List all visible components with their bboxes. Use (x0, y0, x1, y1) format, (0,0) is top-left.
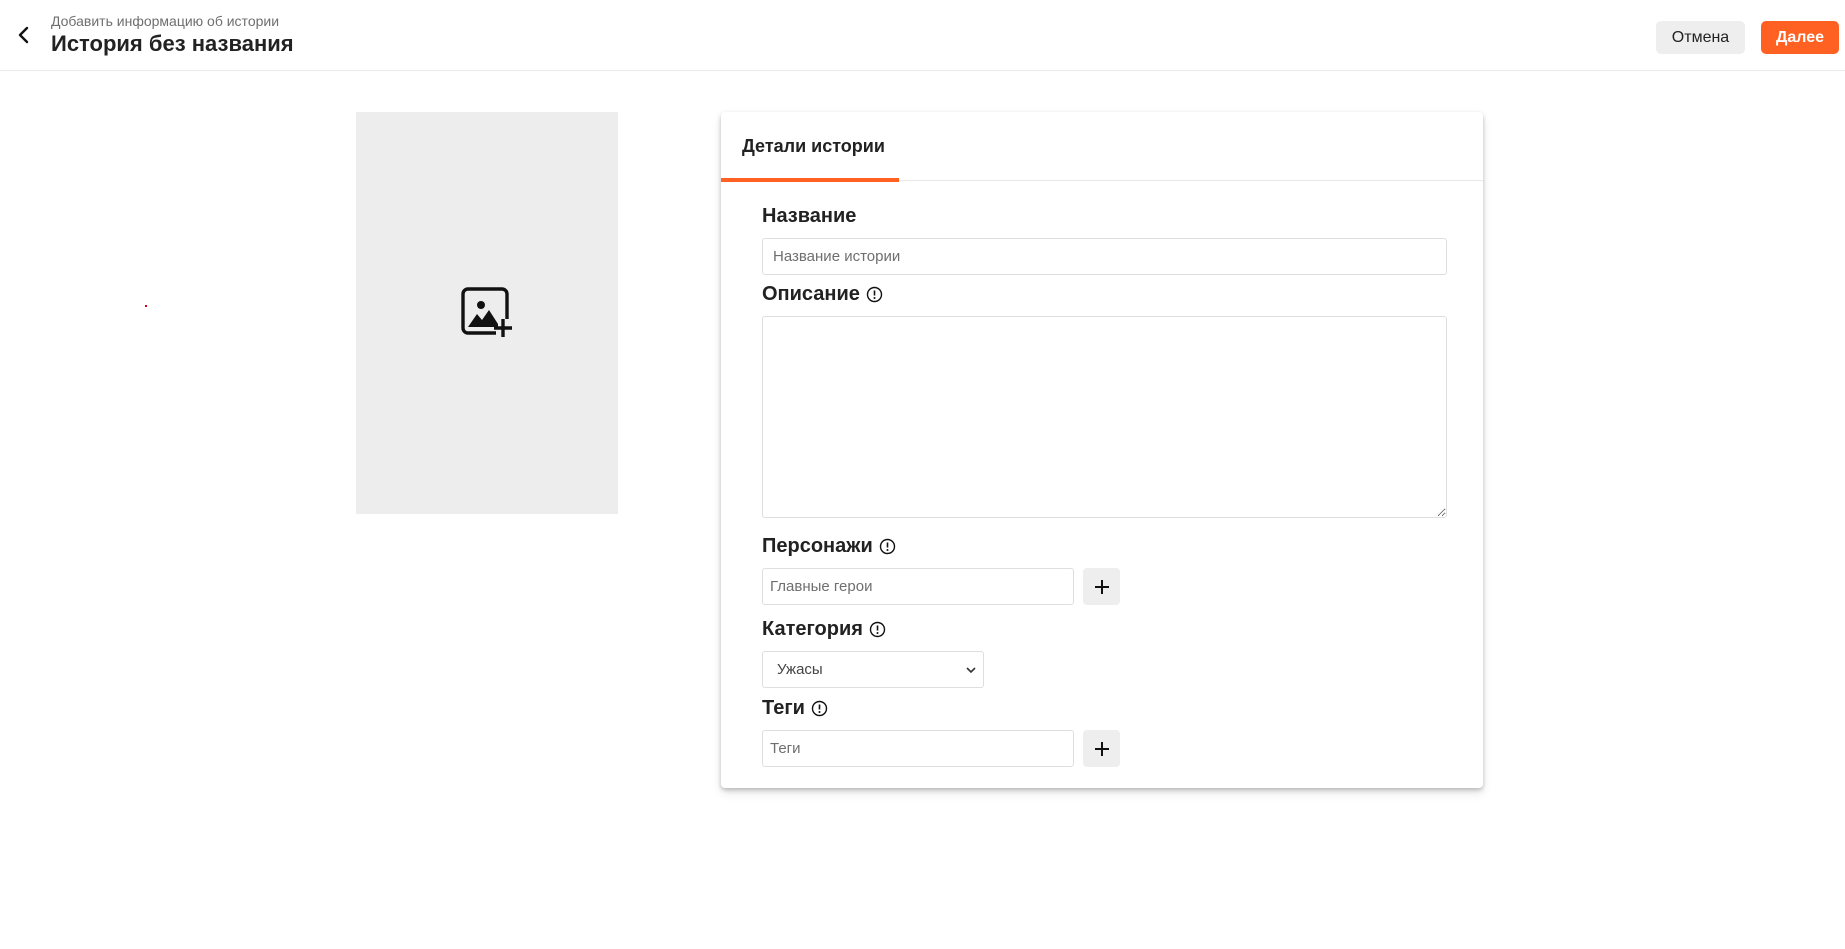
category-select[interactable]: Ужасы (762, 651, 984, 688)
chevron-down-icon (966, 667, 976, 674)
tab-label: Детали истории (742, 136, 885, 156)
add-image-icon (461, 287, 514, 337)
plus-icon (1094, 741, 1109, 756)
description-textarea[interactable] (762, 316, 1447, 518)
page-title: История без названия (51, 31, 294, 56)
cover-upload[interactable] (356, 112, 618, 514)
tags-label: Теги (762, 697, 828, 720)
stray-dot (145, 305, 147, 307)
cancel-button[interactable]: Отмена (1656, 21, 1745, 54)
category-label-text: Категория (762, 618, 863, 640)
back-button[interactable] (12, 22, 36, 48)
page-subtitle: Добавить информацию об истории (51, 13, 280, 29)
plus-icon (1094, 579, 1109, 594)
category-selected-value: Ужасы (777, 661, 823, 678)
characters-label-text: Персонажи (762, 535, 873, 557)
info-icon[interactable] (811, 700, 828, 717)
title-label: Название (762, 205, 856, 228)
top-bar: Добавить информацию об истории История б… (0, 0, 1845, 71)
add-tag-button[interactable] (1083, 730, 1120, 767)
description-label: Описание (762, 283, 883, 306)
category-label: Категория (762, 618, 886, 641)
next-button[interactable]: Далее (1761, 21, 1839, 54)
title-label-text: Название (762, 205, 857, 227)
tags-input[interactable] (762, 730, 1074, 767)
info-icon[interactable] (879, 538, 896, 555)
characters-label: Персонажи (762, 535, 896, 558)
active-tab-indicator (721, 178, 899, 182)
tags-label-text: Теги (762, 697, 805, 719)
characters-input[interactable] (762, 568, 1074, 605)
details-card: Детали истории Название Описание Персона… (721, 112, 1483, 788)
info-icon[interactable] (869, 621, 886, 638)
tab-story-details[interactable]: Детали истории (721, 112, 899, 182)
chevron-left-icon (18, 26, 29, 44)
title-input[interactable] (762, 238, 1447, 275)
add-character-button[interactable] (1083, 568, 1120, 605)
tab-bar: Детали истории (721, 112, 1483, 182)
description-label-text: Описание (762, 283, 860, 305)
info-icon[interactable] (866, 286, 883, 303)
